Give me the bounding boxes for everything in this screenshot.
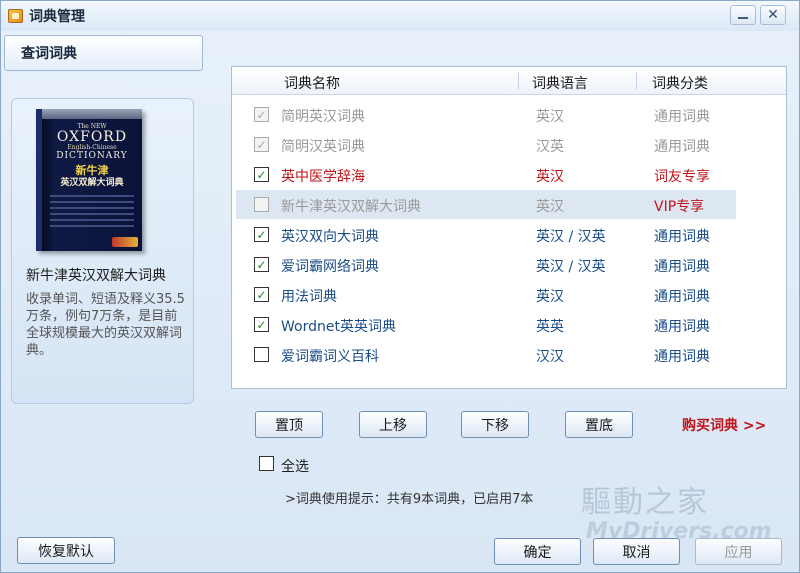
book-cover-image: The NEW OXFORD English-Chinese DICTIONAR… — [36, 109, 142, 251]
dictionary-enable-checkbox[interactable]: ✓ — [254, 257, 269, 272]
move-bottom-button[interactable]: 置底 — [565, 411, 633, 438]
dictionary-name: 新牛津英汉双解大词典 — [281, 199, 421, 215]
dictionary-manager-window: 词典管理 ✕ 查词词典 The NEW OXFORD English-Chine… — [0, 0, 800, 573]
buy-dictionary-link[interactable]: 购买词典 >> — [682, 415, 766, 435]
dictionary-name: 简明英汉词典 — [281, 109, 365, 125]
checkmark-icon: ✓ — [256, 287, 267, 302]
dictionary-language: 英汉 — [536, 199, 564, 215]
checkmark-icon: ✓ — [256, 227, 267, 242]
minimize-button[interactable] — [730, 5, 756, 25]
dictionary-name: 简明汉英词典 — [281, 139, 365, 155]
dictionary-language: 英汉 — [536, 169, 564, 185]
move-up-button[interactable]: 上移 — [359, 411, 427, 438]
dictionary-row[interactable]: ✓ 英汉双向大词典 英汉 / 汉英 通用词典 — [232, 220, 786, 249]
cancel-button[interactable]: 取消 — [593, 538, 680, 565]
dictionary-enable-checkbox — [254, 197, 269, 212]
dictionary-name: 英中医学辞海 — [281, 169, 365, 185]
dictionary-enable-checkbox[interactable]: ✓ — [254, 227, 269, 242]
dictionary-language: 英汉 / 汉英 — [536, 229, 606, 245]
column-divider — [636, 72, 637, 90]
dictionary-enable-checkbox[interactable]: ✓ — [254, 167, 269, 182]
dictionary-name: 爱词霸词义百科 — [281, 349, 379, 365]
minimize-icon — [738, 17, 748, 19]
dictionary-preview-panel: The NEW OXFORD English-Chinese DICTIONAR… — [11, 98, 194, 404]
dictionary-row[interactable]: ✓ Wordnet英英词典 英英 通用词典 — [232, 310, 786, 339]
dictionary-language: 汉汉 — [536, 349, 564, 365]
checkmark-icon: ✓ — [256, 107, 267, 122]
column-header-language: 词典语言 — [532, 76, 588, 92]
restore-defaults-button[interactable]: 恢复默认 — [17, 537, 115, 564]
select-all-checkbox[interactable] — [259, 456, 274, 471]
checkmark-icon: ✓ — [256, 257, 267, 272]
dictionary-name: 爱词霸网络词典 — [281, 259, 379, 275]
dictionary-language: 英汉 — [536, 289, 564, 305]
dictionary-category: 通用词典 — [654, 109, 710, 125]
move-top-button[interactable]: 置顶 — [255, 411, 323, 438]
column-header-name: 词典名称 — [284, 76, 340, 92]
book-cover-english-chinese: English-Chinese — [67, 144, 117, 151]
dictionary-language: 英英 — [536, 319, 564, 335]
book-cover-lines — [50, 195, 134, 227]
dictionary-row[interactable]: 新牛津英汉双解大词典 英汉 VIP专享 — [236, 190, 736, 219]
dictionary-row[interactable]: ✓ 简明英汉词典 英汉 通用词典 — [232, 100, 786, 129]
checkmark-icon: ✓ — [256, 317, 267, 332]
dictionary-category: 词友专享 — [654, 169, 710, 185]
apply-button[interactable]: 应用 — [695, 538, 782, 565]
dictionary-enable-checkbox: ✓ — [254, 107, 269, 122]
window-title: 词典管理 — [29, 9, 85, 25]
ok-button[interactable]: 确定 — [494, 538, 581, 565]
dictionary-category: 通用词典 — [654, 259, 710, 275]
title-bar: 词典管理 ✕ — [1, 1, 799, 31]
dictionary-category: VIP专享 — [654, 199, 705, 215]
close-icon: ✕ — [767, 7, 779, 23]
dictionary-row[interactable]: ✓ 英中医学辞海 英汉 词友专享 — [232, 160, 786, 189]
dictionary-app-icon — [8, 9, 23, 23]
book-cover-cn-title-2: 英汉双解大词典 — [60, 178, 124, 188]
dictionary-list-header: 词典名称 词典语言 词典分类 — [232, 67, 786, 95]
book-cover-dictionary: DICTIONARY — [56, 151, 128, 161]
book-cover-stamp — [112, 237, 138, 247]
book-cover-cn-title-1: 新牛津 — [75, 164, 109, 177]
dictionary-category: 通用词典 — [654, 229, 710, 245]
dictionary-category: 通用词典 — [654, 349, 710, 365]
dictionary-row[interactable]: ✓ 爱词霸网络词典 英汉 / 汉英 通用词典 — [232, 250, 786, 279]
dictionary-name: 用法词典 — [281, 289, 337, 305]
selected-dictionary-description: 收录单词、短语及释义35.5万条，例句7万条，是目前全球规模最大的英汉双解词典。 — [26, 292, 185, 358]
usage-hint: >词典使用提示：共有9本词典，已启用7本 — [285, 492, 534, 507]
watermark-text: 驅動之家 — [581, 485, 709, 520]
dictionary-row[interactable]: ✓ 用法词典 英汉 通用词典 — [232, 280, 786, 309]
move-down-button[interactable]: 下移 — [461, 411, 529, 438]
dictionary-enable-checkbox: ✓ — [254, 137, 269, 152]
checkmark-icon: ✓ — [256, 137, 267, 152]
dictionary-name: 英汉双向大词典 — [281, 229, 379, 245]
dictionary-category: 通用词典 — [654, 289, 710, 305]
dictionary-row[interactable]: 爱词霸词义百科 汉汉 通用词典 — [232, 340, 786, 369]
tab-lookup-dictionaries[interactable]: 查词词典 — [4, 35, 203, 71]
dictionary-language: 英汉 / 汉英 — [536, 259, 606, 275]
selected-dictionary-name: 新牛津英汉双解大词典 — [26, 268, 166, 284]
dictionary-name: Wordnet英英词典 — [281, 319, 396, 335]
checkmark-icon: ✓ — [256, 167, 267, 182]
close-button[interactable]: ✕ — [760, 5, 786, 25]
dictionary-enable-checkbox[interactable]: ✓ — [254, 287, 269, 302]
dictionary-category: 通用词典 — [654, 319, 710, 335]
dictionary-enable-checkbox[interactable] — [254, 347, 269, 362]
dictionary-language: 英汉 — [536, 109, 564, 125]
dictionary-row[interactable]: ✓ 简明汉英词典 汉英 通用词典 — [232, 130, 786, 159]
column-divider — [518, 72, 519, 90]
dictionary-category: 通用词典 — [654, 139, 710, 155]
select-all-label: 全选 — [281, 459, 309, 475]
dictionary-list: 词典名称 词典语言 词典分类 ✓ 简明英汉词典 英汉 通用词典 ✓ 简明汉英词典 汉英 通用词… — [231, 66, 787, 389]
column-header-category: 词典分类 — [652, 76, 708, 92]
book-cover-band — [42, 109, 142, 119]
dictionary-language: 汉英 — [536, 139, 564, 155]
book-cover-oxford: OXFORD — [56, 129, 128, 145]
dictionary-enable-checkbox[interactable]: ✓ — [254, 317, 269, 332]
